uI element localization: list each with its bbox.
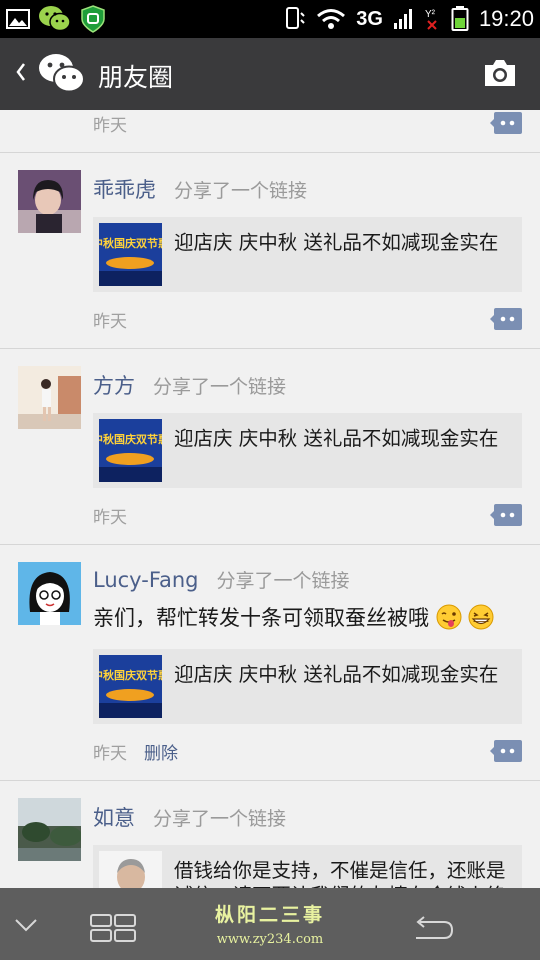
watermark-text: 枞阳二三事 xyxy=(214,904,325,926)
thumb-banner-text: 中秋国庆双节惠 xyxy=(99,236,162,250)
back-chevron-icon[interactable] xyxy=(14,60,28,84)
avatar[interactable] xyxy=(18,798,81,861)
wechat-logo-icon xyxy=(39,54,85,93)
post-author-line: Lucy-Fang 分享了一个链接 xyxy=(93,566,350,593)
shared-link-card[interactable]: 中秋国庆双节惠 迎店庆 庆中秋 送礼品不如减现金实在 xyxy=(93,649,522,724)
comment-icon[interactable] xyxy=(490,504,522,526)
moments-feed[interactable]: 昨天 乖乖虎分享了一个链接 中秋国庆双节惠 xyxy=(0,110,540,888)
feed-post-partial: 昨天 xyxy=(0,110,540,153)
comment-icon[interactable] xyxy=(490,740,522,762)
camera-icon[interactable] xyxy=(482,58,518,88)
post-text-line: 亲们，帮忙转发十条可领取蚕丝被哦 xyxy=(93,602,494,632)
recent-apps-icon[interactable] xyxy=(90,914,138,942)
post-author-line: 如意 分享了一个链接 xyxy=(93,802,286,832)
action-bar: 朋友圈 xyxy=(0,38,540,110)
comment-icon[interactable] xyxy=(490,308,522,330)
status-time: 19:20 xyxy=(478,6,534,31)
thumb-banner-text: 中秋国庆双节惠 xyxy=(99,668,162,682)
comment-icon[interactable] xyxy=(490,112,522,134)
post-text: 亲们，帮忙转发十条可领取蚕丝被哦 xyxy=(93,606,429,630)
post-action-text: 分享了一个链接 xyxy=(174,180,308,202)
shared-link-card[interactable]: 中秋国庆双节惠 迎店庆 庆中秋 送礼品不如减现金实在 xyxy=(93,217,522,292)
thumb-banner-text: 中秋国庆双节惠 xyxy=(99,432,162,446)
post-action-text: 分享了一个链接 xyxy=(153,376,287,398)
phone-vibrate-icon xyxy=(286,7,305,29)
sim2-no-signal-icon: Y² xyxy=(425,9,437,30)
svg-text:Y²: Y² xyxy=(425,9,436,20)
hide-keyboard-chevron-icon[interactable] xyxy=(14,918,38,932)
post-author-line: 乖乖虎 分享了一个链接 xyxy=(93,174,307,204)
avatar[interactable] xyxy=(18,366,81,429)
link-thumbnail: 中秋国庆双节惠 xyxy=(99,223,162,286)
avatar[interactable] xyxy=(18,562,81,625)
status-bar: 3G Y² 19:20 xyxy=(0,0,540,38)
post-time: 昨天 xyxy=(93,744,127,764)
link-title: 迎店庆 庆中秋 送礼品不如减现金实在 xyxy=(174,427,499,450)
network-type-label: 3G xyxy=(356,7,383,30)
battery-icon xyxy=(451,6,469,31)
feed-post: 方方分享了一个链接 中秋国庆双节惠 迎店庆 庆中秋 送礼品不如减现金实在 昨天 xyxy=(0,348,540,545)
security-shield-icon xyxy=(81,5,105,33)
signal-icon xyxy=(393,9,412,29)
back-icon[interactable] xyxy=(410,916,454,942)
feed-post: 如意分享了一个链接 借钱给你是支持，不催是信任，还账是诚信，请不要让我们的友情在… xyxy=(0,780,540,888)
link-title: 迎店庆 庆中秋 送礼品不如减现金实在 xyxy=(174,663,499,686)
wifi-icon xyxy=(317,9,346,29)
feed-post: Lucy-Fang 分享了一个链接 亲们，帮忙转发十条可领取蚕丝被哦 秋国庆双节… xyxy=(0,544,540,781)
author-name[interactable]: Lucy-Fang xyxy=(93,568,198,592)
link-thumbnail: 中秋国庆双节惠 xyxy=(99,419,162,482)
post-author-line: 方方 分享了一个链接 xyxy=(93,370,286,400)
delete-link[interactable]: 删除 xyxy=(144,739,178,764)
grin-emoji-icon xyxy=(468,604,494,630)
author-name[interactable]: 如意 xyxy=(93,806,135,830)
system-nav-bar: 枞阳二三事 www.zy234.com xyxy=(0,888,540,960)
post-time: 昨天 xyxy=(93,116,127,136)
wechat-notification-icon xyxy=(39,6,71,32)
shared-link-card[interactable]: 中秋国庆双节惠 迎店庆 庆中秋 送礼品不如减现金实在 xyxy=(93,413,522,488)
feed-post: 乖乖虎分享了一个链接 中秋国庆双节惠 迎店庆 庆中秋 送礼品不如减现金实在 昨天 xyxy=(0,152,540,349)
wink-tongue-emoji-icon xyxy=(436,604,462,630)
link-thumbnail: 中秋国庆双节惠 xyxy=(99,655,162,718)
avatar[interactable] xyxy=(18,170,81,233)
author-name[interactable]: 方方 xyxy=(93,374,135,398)
page-title: 朋友圈 xyxy=(98,63,174,92)
post-time: 昨天 xyxy=(93,508,127,528)
link-title: 借钱给你是支持，不催是信任，还账是诚信，请不要让我们的友情在金钱上终结 xyxy=(174,859,506,888)
post-time: 昨天 xyxy=(93,312,127,332)
author-name[interactable]: 乖乖虎 xyxy=(93,178,156,202)
post-action-text: 分享了一个链接 xyxy=(216,570,350,592)
link-title: 迎店庆 庆中秋 送礼品不如减现金实在 xyxy=(174,231,499,254)
watermark-url: www.zy234.com xyxy=(216,932,324,947)
link-thumbnail xyxy=(99,851,162,888)
post-action-text: 分享了一个链接 xyxy=(153,808,287,830)
gallery-notification-icon xyxy=(6,9,30,29)
shared-link-card[interactable]: 借钱给你是支持，不催是信任，还账是诚信，请不要让我们的友情在金钱上终结 xyxy=(93,845,522,888)
